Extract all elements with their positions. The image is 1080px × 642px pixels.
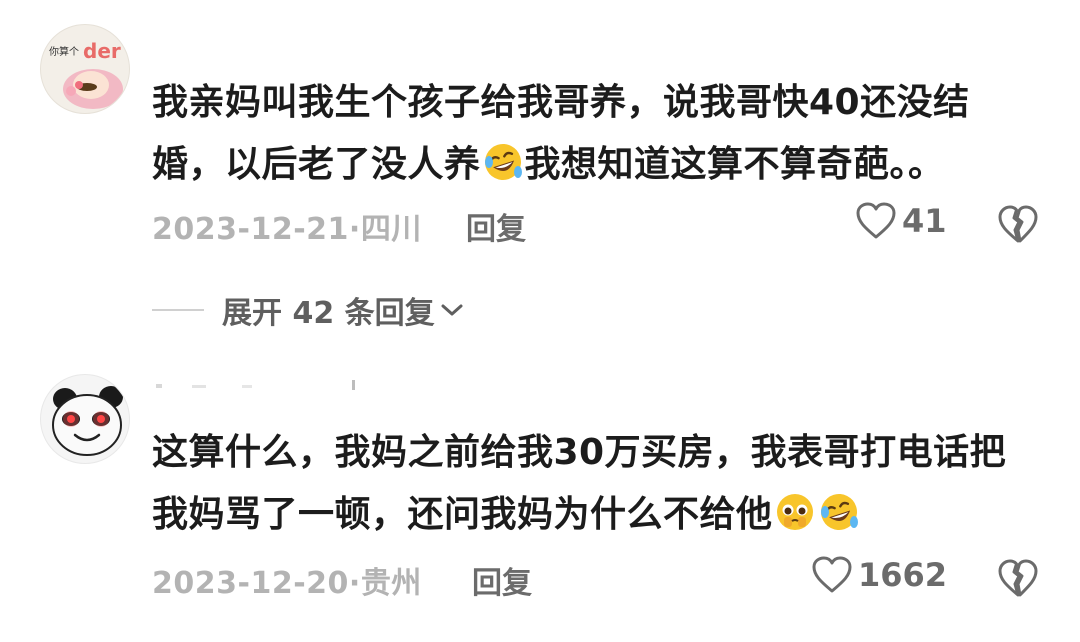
comment-text-body: 这算什么，我妈之前给我30万买房，我表哥打电话把我妈骂了一顿，还问我妈为什么不给… bbox=[152, 432, 1007, 535]
heart-outline-icon bbox=[856, 202, 896, 239]
rofl-emoji-icon bbox=[484, 144, 522, 180]
avatar-character-illustration bbox=[63, 69, 123, 109]
comment-location: 四川 bbox=[360, 212, 422, 247]
comment-text-part2: 我想知道这算不算奇葩。。 bbox=[524, 144, 945, 185]
pleading-emoji-icon bbox=[776, 494, 813, 530]
panda-avatar-illustration bbox=[52, 386, 123, 456]
chevron-down-icon bbox=[441, 304, 463, 316]
comment-text: 我亲妈叫我生个孩子给我哥养，说我哥快40还没结婚，以后老了没人养 我想知道这算不… bbox=[152, 72, 1022, 196]
like-button[interactable]: 1662 bbox=[812, 556, 947, 594]
comment-list: 你算个 der 我亲妈叫我生个孩子给我哥养，说我哥快40还没结婚，以后老了没人养… bbox=[0, 0, 1080, 642]
comment-date: 2023-12-20 bbox=[152, 566, 349, 601]
rofl-emoji-icon bbox=[820, 494, 858, 530]
comment-date: 2023-12-21 bbox=[152, 212, 349, 247]
expand-replies-label: 展开 42 条回复 bbox=[222, 296, 435, 331]
divider bbox=[152, 309, 204, 311]
like-count: 41 bbox=[902, 202, 947, 240]
broken-heart-icon[interactable] bbox=[998, 558, 1038, 598]
comment-text: 这算什么，我妈之前给我30万买房，我表哥打电话把我妈骂了一顿，还问我妈为什么不给… bbox=[152, 422, 1022, 546]
avatar[interactable]: 你算个 der bbox=[40, 24, 130, 114]
like-button[interactable]: 41 bbox=[856, 202, 947, 240]
comment-location: 贵州 bbox=[360, 566, 422, 601]
like-count: 1662 bbox=[858, 556, 948, 594]
expand-replies-button[interactable]: 展开 42 条回复 bbox=[152, 288, 465, 332]
reply-button[interactable]: 回复 bbox=[472, 558, 532, 602]
comment-meta: 2023-12-21·四川 bbox=[152, 204, 422, 248]
broken-heart-icon[interactable] bbox=[998, 204, 1038, 244]
meta-separator: · bbox=[348, 566, 361, 601]
avatar[interactable] bbox=[40, 374, 130, 464]
heart-outline-icon bbox=[812, 556, 852, 593]
reply-button[interactable]: 回复 bbox=[466, 204, 526, 248]
meta-separator: · bbox=[348, 212, 361, 247]
username-redacted bbox=[156, 380, 355, 390]
comment-meta: 2023-12-20·贵州 bbox=[152, 558, 422, 602]
